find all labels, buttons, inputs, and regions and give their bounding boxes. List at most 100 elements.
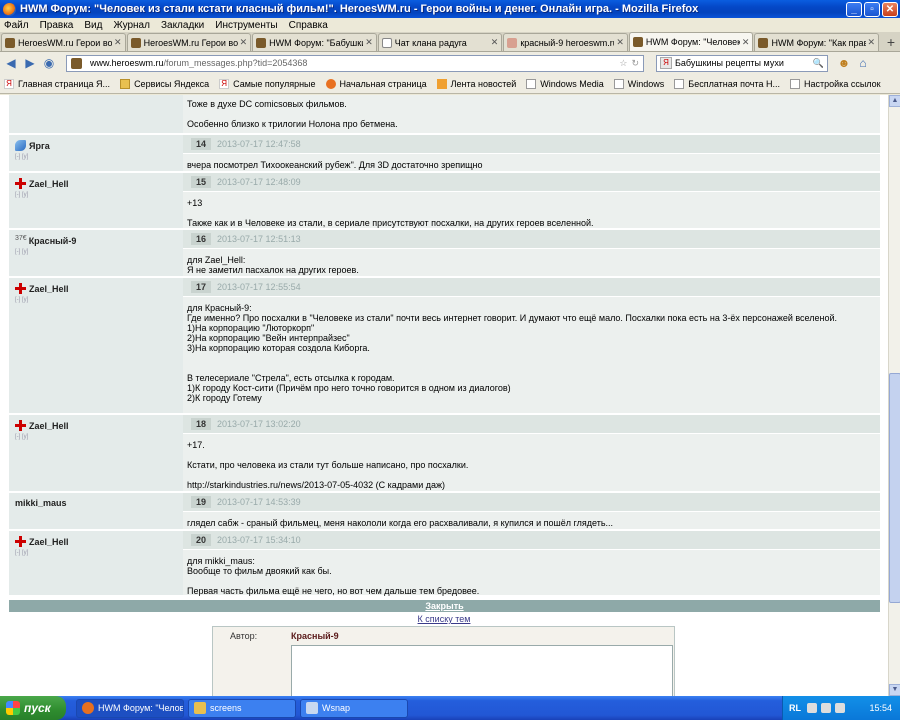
taskbar-item-firefox[interactable]: HWM Форум: "Челове... bbox=[76, 698, 184, 718]
menu-view[interactable]: Вид bbox=[84, 20, 102, 31]
post-author-name[interactable]: Ярга bbox=[29, 141, 50, 151]
reply-author-label: Автор: bbox=[230, 631, 258, 641]
system-clock: 15:54 bbox=[869, 703, 892, 713]
bookmark-item[interactable]: Бесплатная почта Н... bbox=[674, 78, 780, 89]
author-level[interactable]: [-] [у] bbox=[15, 249, 177, 255]
bookmark-item[interactable]: Я Главная страница Я... bbox=[4, 78, 110, 89]
bookmark-item[interactable]: Лента новостей bbox=[436, 78, 516, 89]
page-scrollbar[interactable]: ▲ ▼ bbox=[888, 95, 900, 696]
post-number[interactable]: 18 bbox=[191, 418, 212, 430]
post-date: 2013-07-17 12:48:09 bbox=[217, 177, 301, 187]
author-level[interactable]: [-] [у] bbox=[15, 154, 177, 160]
post-date: 2013-07-17 14:53:39 bbox=[217, 497, 301, 507]
reply-textarea[interactable] bbox=[291, 645, 673, 696]
reload-icon[interactable]: ↻ bbox=[631, 58, 639, 69]
post-author-name[interactable]: Zael_Hell bbox=[29, 284, 69, 294]
scroll-up-icon[interactable]: ▲ bbox=[889, 95, 900, 107]
post-number[interactable]: 15 bbox=[191, 176, 212, 188]
tab-close-icon[interactable]: ✕ bbox=[240, 37, 248, 48]
post-author-name[interactable]: mikki_maus bbox=[15, 498, 67, 508]
tab-close-icon[interactable]: ✕ bbox=[491, 37, 499, 48]
network-icon[interactable] bbox=[835, 703, 845, 713]
firefox-icon bbox=[3, 2, 16, 16]
menu-file[interactable]: Файл bbox=[4, 20, 29, 31]
scroll-down-icon[interactable]: ▼ bbox=[889, 684, 900, 696]
post-author-name[interactable]: Zael_Hell bbox=[29, 179, 69, 189]
to-topic-list-link[interactable]: К списку тем bbox=[0, 614, 888, 624]
bookmark-item[interactable]: Сервисы Яндекса bbox=[120, 78, 209, 89]
close-window-button[interactable]: ✕ bbox=[882, 1, 898, 17]
post-number[interactable]: 14 bbox=[191, 138, 212, 150]
tab-6-active[interactable]: HWM Форум: "Человек и...✕ bbox=[628, 32, 754, 51]
menu-help[interactable]: Справка bbox=[289, 20, 328, 31]
tab-4[interactable]: Чат клана радуга ✕ bbox=[377, 33, 503, 51]
post-author-name[interactable]: Zael_Hell bbox=[29, 537, 69, 547]
yandex-favicon-icon bbox=[507, 37, 518, 48]
tab-close-icon[interactable]: ✕ bbox=[114, 37, 122, 48]
tab-7[interactable]: HWM Форум: "Как прави...✕ bbox=[754, 33, 880, 51]
url-bar[interactable]: www.heroeswm.ru/forum_messages.php?tid=2… bbox=[66, 54, 644, 72]
author-level[interactable]: [-] [у] bbox=[15, 297, 177, 303]
tab-3[interactable]: HWM Форум: "Бабушкин...✕ bbox=[252, 33, 377, 51]
minimize-button[interactable]: _ bbox=[846, 1, 862, 17]
bookmark-item[interactable]: Windows Media bbox=[526, 78, 604, 89]
post-author-cell: Zael_Hell [-] [у] bbox=[9, 415, 183, 491]
sync-icon[interactable]: ◉ bbox=[41, 55, 57, 71]
forward-arrow-icon[interactable]: ▶ bbox=[22, 55, 38, 71]
post-number[interactable]: 20 bbox=[191, 534, 212, 546]
post-author-name[interactable]: Красный-9 bbox=[29, 236, 77, 246]
back-arrow-icon[interactable]: ◀ bbox=[3, 55, 19, 71]
volume-icon[interactable] bbox=[821, 703, 831, 713]
home-icon[interactable]: ⌂ bbox=[855, 55, 871, 71]
search-magnifier-icon[interactable]: 🔍 bbox=[813, 58, 824, 69]
menu-tools[interactable]: Инструменты bbox=[215, 20, 277, 31]
post-date: 2013-07-17 12:51:13 bbox=[217, 234, 301, 244]
taskbar-item-wsnap[interactable]: Wsnap bbox=[300, 698, 408, 718]
red-cross-icon bbox=[15, 178, 26, 189]
scrollbar-thumb[interactable] bbox=[889, 373, 900, 603]
tab-1[interactable]: HeroesWM.ru Герои войн...✕ bbox=[1, 33, 126, 51]
site-identity-icon[interactable] bbox=[71, 57, 82, 69]
menu-edit[interactable]: Правка bbox=[40, 20, 74, 31]
new-tab-button[interactable]: + bbox=[882, 33, 900, 51]
tab-2[interactable]: HeroesWM.ru Герои войн...✕ bbox=[126, 33, 252, 51]
post-number[interactable]: 19 bbox=[191, 496, 212, 508]
tab-close-icon[interactable]: ✕ bbox=[616, 37, 624, 48]
folder-icon bbox=[194, 702, 206, 714]
tab-5[interactable]: красный-9 heroeswm.ru-...✕ bbox=[503, 33, 628, 51]
bookmark-item[interactable]: Windows bbox=[613, 78, 664, 89]
menu-bookmarks[interactable]: Закладки bbox=[161, 20, 204, 31]
tab-close-icon[interactable]: ✕ bbox=[868, 37, 876, 48]
bookmark-star-icon[interactable]: ☆ bbox=[619, 58, 627, 69]
post-text: глядел сабж - сраный фильмец, меня накол… bbox=[187, 518, 614, 528]
close-thread-link[interactable]: Закрыть bbox=[9, 600, 880, 612]
tab-close-icon[interactable]: ✕ bbox=[742, 37, 750, 48]
menu-history[interactable]: Журнал bbox=[113, 20, 150, 31]
yandex-search-icon[interactable]: Я bbox=[660, 57, 672, 69]
post-number[interactable]: 17 bbox=[191, 281, 212, 293]
post-number[interactable]: 16 bbox=[191, 233, 212, 245]
start-button[interactable]: пуск bbox=[0, 696, 66, 720]
bookmark-item[interactable]: Я Самые популярные bbox=[219, 78, 316, 89]
maximize-button[interactable]: ▫ bbox=[864, 1, 880, 17]
post-author-name[interactable]: Zael_Hell bbox=[29, 421, 69, 431]
tab-close-icon[interactable]: ✕ bbox=[365, 37, 373, 48]
author-level[interactable]: [-] [у] bbox=[15, 434, 177, 440]
window-titlebar[interactable]: HWM Форум: "Человек из стали кстати клас… bbox=[0, 0, 900, 18]
post-text: для Zael_Hell: Я не заметил пасхалок на … bbox=[187, 255, 359, 275]
clan-number-icon: 37€ bbox=[15, 235, 27, 242]
language-indicator[interactable]: RL bbox=[789, 703, 801, 713]
firefox-icon bbox=[82, 702, 94, 714]
bookmark-item[interactable]: Начальная страница bbox=[325, 78, 427, 89]
search-input[interactable]: Я Бабушкины рецепты мухи 🔍 bbox=[656, 54, 828, 72]
folder-icon bbox=[120, 78, 131, 89]
post-text: вчера посмотрел Тихоокеанский рубеж". Дл… bbox=[187, 160, 483, 170]
bookmark-item[interactable]: Настройка ссылок bbox=[790, 78, 881, 89]
tray-icon[interactable] bbox=[807, 703, 817, 713]
author-level[interactable]: [-] [у] bbox=[15, 550, 177, 556]
yandex-icon: Я bbox=[4, 78, 14, 89]
taskbar-item-screens[interactable]: screens bbox=[188, 698, 296, 718]
page-icon bbox=[790, 78, 801, 89]
addon-icon[interactable]: ☻ bbox=[836, 55, 852, 71]
author-level[interactable]: [-] [у] bbox=[15, 192, 177, 198]
